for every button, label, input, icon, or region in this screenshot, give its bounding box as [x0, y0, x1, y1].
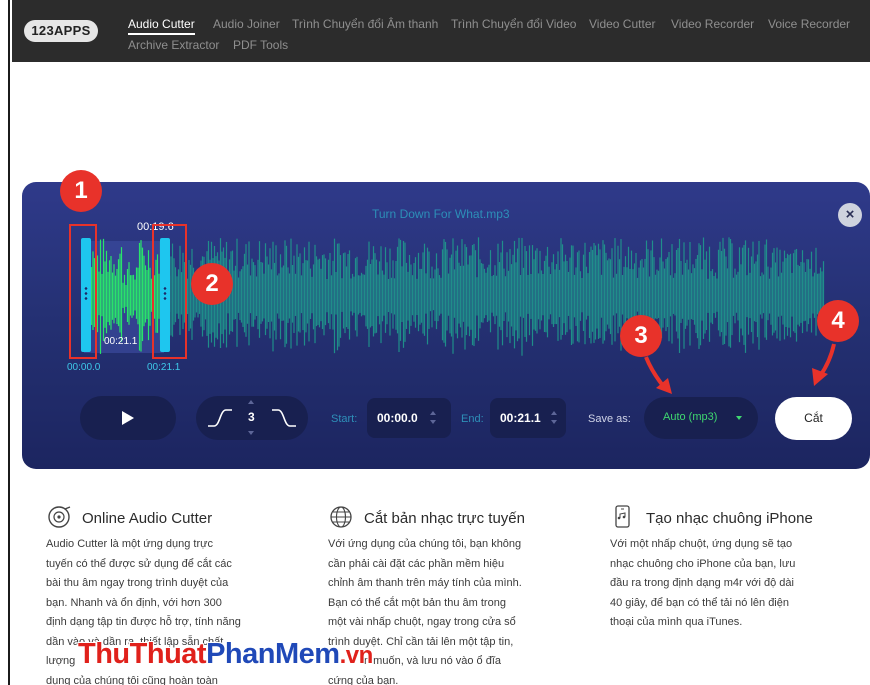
feature-line: bạn. Nhanh và ổn định, với hơn 300 [46, 596, 222, 609]
feature-line: Với một nhấp chuột, ứng dụng sẽ tạo [610, 538, 793, 550]
feature-line: dụng của chúng tôi cũng hoàn toàn [46, 674, 218, 685]
feature-line: Bạn có thể cắt một bản thu âm trong [328, 596, 506, 609]
feature-description: Với một nhấp chuột, ứng dụng sẽ tạo nhạc… [610, 535, 840, 633]
feature-line: 40 giây, để bạn có thể tải nó lên điện [610, 596, 789, 609]
feature-line: đầu ra trong định dạng m4r với độ dài [610, 577, 794, 589]
feature-line: Audio Cutter là một ứng dụng trực [46, 538, 213, 550]
feature-line: cần phải cài đặt các phần mềm hiệu [328, 557, 505, 570]
watermark: ThuThuatPhanMem.vn [78, 638, 373, 671]
phone-icon [615, 505, 630, 528]
feature-title: Tạo nhạc chuông iPhone [646, 510, 813, 527]
feature-line: nhạc chuông cho iPhone của bạn, lưu [610, 557, 796, 570]
feature-line: tuyến có thể được sử dụng để cắt các [46, 557, 232, 570]
watermark-part-3: .vn [339, 642, 374, 669]
feature-line: một vài nhấp chuột, ngay trong cửa sổ [328, 616, 516, 628]
feature-line: thoại của mình qua iTunes. [610, 616, 743, 628]
globe-icon [330, 506, 352, 528]
feature-line: cứng của bạn. [328, 674, 399, 685]
feature-line: định dạng tập tin được hỗ trợ, tính năng [46, 616, 241, 628]
feature-title: Cắt bản nhạc trực tuyến [364, 510, 525, 527]
feature-line: bài thu âm ngay trong trình duyệt của [46, 577, 229, 589]
watermark-part-1: ThuThuat [78, 638, 207, 670]
feature-title: Online Audio Cutter [82, 510, 213, 527]
feature-line: chỉnh âm thanh trên máy tính của mình. [328, 577, 522, 589]
watermark-part-2: PhanMem [206, 638, 340, 670]
disc-icon [48, 506, 71, 528]
feature-line: Với ứng dụng của chúng tôi, bạn không [328, 538, 522, 550]
